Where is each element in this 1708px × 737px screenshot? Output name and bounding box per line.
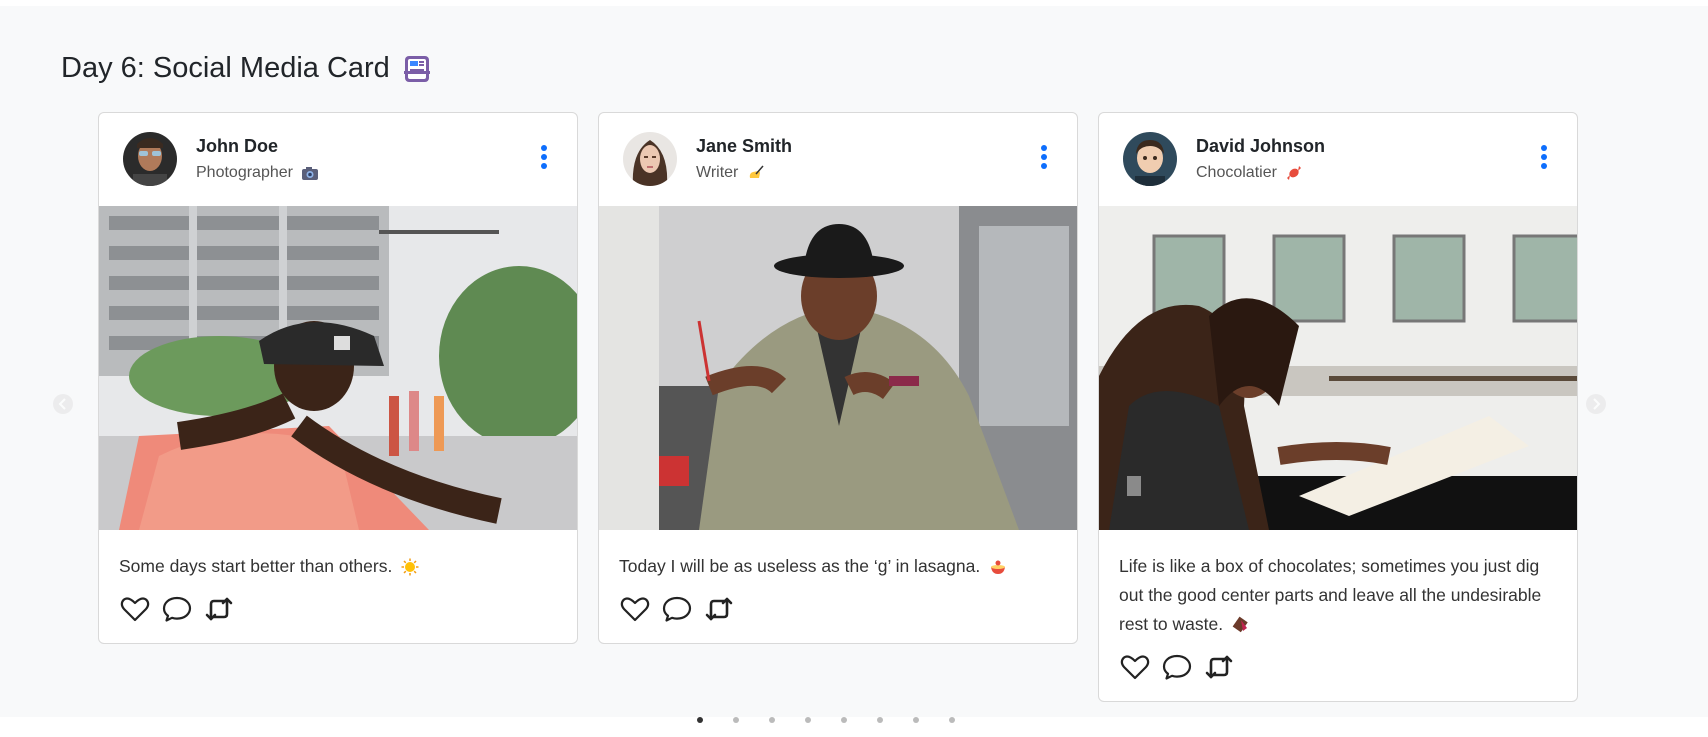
carousel-dot[interactable] — [877, 717, 883, 723]
avatar[interactable] — [623, 132, 677, 186]
carousel-dot[interactable] — [949, 717, 955, 723]
page-title-text: Day 6: Social Media Card — [61, 52, 390, 84]
avatar-image — [1123, 132, 1177, 186]
avatar[interactable] — [123, 132, 177, 186]
post-actions — [1119, 651, 1557, 683]
social-card: John Doe Photographer Some days start be… — [98, 112, 578, 644]
user-role: Writer — [696, 164, 765, 182]
avatar-image — [623, 132, 677, 186]
repost-icon[interactable] — [203, 593, 235, 625]
carousel-dot[interactable] — [805, 717, 811, 723]
carousel-dot[interactable] — [769, 717, 775, 723]
post-caption: Life is like a box of chocolates; someti… — [1119, 556, 1542, 634]
card-header: John Doe Photographer — [99, 113, 577, 206]
heart-icon[interactable] — [1119, 651, 1151, 683]
carousel-dot[interactable] — [841, 717, 847, 723]
post-actions — [619, 593, 1057, 625]
post-photo — [99, 206, 577, 530]
comment-icon[interactable] — [661, 593, 693, 625]
heart-icon[interactable] — [119, 593, 151, 625]
post-caption: Today I will be as useless as the ‘g’ in… — [619, 552, 1057, 581]
card-body: Life is like a box of chocolates; someti… — [1099, 530, 1577, 701]
repost-icon[interactable] — [1203, 651, 1235, 683]
chevron-right-icon — [1586, 394, 1606, 414]
post-caption: Some days start better than others. — [119, 552, 557, 581]
carousel-prev-button[interactable] — [52, 393, 74, 415]
page-title: Day 6: Social Media Card — [61, 52, 432, 85]
avatar[interactable] — [1123, 132, 1177, 186]
card-body: Today I will be as useless as the ‘g’ in… — [599, 530, 1077, 643]
post-photo — [599, 206, 1077, 530]
more-options-button[interactable] — [1041, 145, 1047, 169]
comment-icon[interactable] — [1161, 651, 1193, 683]
carousel-dot[interactable] — [913, 717, 919, 723]
writing-hand-icon — [749, 165, 764, 178]
card-header: Jane Smith Writer — [599, 113, 1077, 206]
chocolate-bar-icon — [1232, 617, 1248, 633]
user-role: Photographer — [196, 164, 319, 182]
carousel-dot[interactable] — [733, 717, 739, 723]
repost-icon[interactable] — [703, 593, 735, 625]
post-photo — [1099, 206, 1577, 530]
carousel-dot[interactable] — [697, 717, 703, 723]
sun-icon — [401, 558, 419, 576]
candy-icon — [1287, 166, 1302, 180]
user-name[interactable]: Jane Smith — [696, 136, 792, 157]
more-options-button[interactable] — [541, 145, 547, 169]
post-actions — [119, 593, 557, 625]
user-name[interactable]: John Doe — [196, 136, 278, 157]
user-role: Chocolatier — [1196, 164, 1303, 182]
heart-icon[interactable] — [619, 593, 651, 625]
mobile-card-icon — [403, 55, 430, 82]
social-card: Jane Smith Writer Today I will be as use — [598, 112, 1078, 644]
chevron-left-icon — [53, 394, 73, 414]
more-options-button[interactable] — [1541, 145, 1547, 169]
pasta-icon — [991, 560, 1006, 575]
user-name[interactable]: David Johnson — [1196, 136, 1325, 157]
camera-icon — [302, 167, 319, 180]
page-background: Day 6: Social Media Card John Doe Photog… — [0, 6, 1708, 723]
avatar-image — [123, 132, 177, 186]
carousel-indicators — [697, 717, 955, 723]
card-header: David Johnson Chocolatier — [1099, 113, 1577, 206]
comment-icon[interactable] — [161, 593, 193, 625]
card-body: Some days start better than others. — [99, 530, 577, 643]
social-card: David Johnson Chocolatier Life is like a… — [1098, 112, 1578, 702]
carousel-next-button[interactable] — [1585, 393, 1607, 415]
